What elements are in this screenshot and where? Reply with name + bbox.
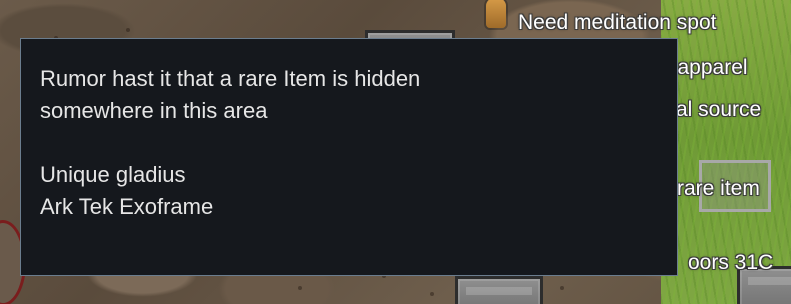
stone-block (455, 276, 543, 304)
tooltip-line-2: somewhere in this area (40, 98, 268, 123)
dirt-speck (298, 286, 302, 290)
status-line-need-meditation-spot: Need meditation spot (518, 11, 717, 34)
tooltip-panel: Rumor hast it that a rare Item is hidden… (20, 38, 678, 276)
status-line-rare-item: rare item (677, 177, 760, 200)
dirt-speck (430, 292, 434, 296)
tooltip-spacer (40, 127, 658, 159)
tooltip-line-1: Rumor hast it that a rare Item is hidden (40, 66, 421, 91)
status-line-temperature: oors 31C (688, 251, 774, 274)
marker-icon (486, 0, 506, 28)
dirt-speck (560, 286, 564, 290)
tooltip-line-3: Unique gladius (40, 162, 186, 187)
game-view: Need meditation spot l apparel al source… (0, 0, 791, 304)
status-line-source: al source (676, 98, 762, 121)
dirt-speck (126, 28, 130, 32)
status-line-apparel: l apparel (667, 56, 748, 79)
tooltip-line-4: Ark Tek Exoframe (40, 194, 214, 219)
